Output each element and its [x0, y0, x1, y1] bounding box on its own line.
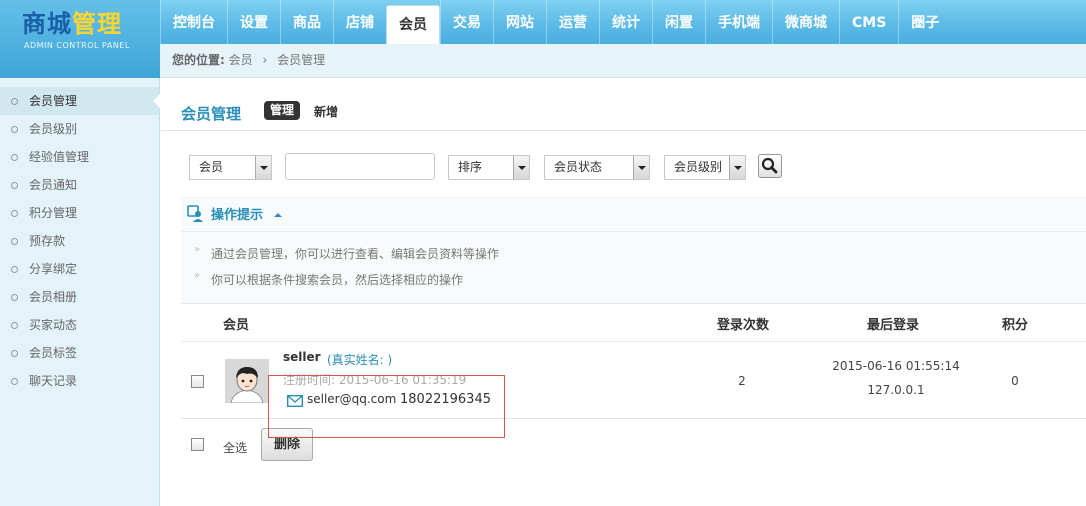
table-footer: 全选 删除	[181, 419, 1086, 463]
nav-idle[interactable]: 闲置	[652, 0, 705, 44]
nav-stats[interactable]: 统计	[599, 0, 652, 44]
sort-select-value: 排序	[458, 160, 483, 174]
chevron-down-icon	[513, 156, 529, 179]
sidebar-item-deposit[interactable]: 预存款	[0, 227, 159, 255]
nav-trade[interactable]: 交易	[440, 0, 493, 44]
nav-website[interactable]: 网站	[493, 0, 546, 44]
logo: 商城管理 ADMIN CONTROL PANEL	[0, 0, 160, 78]
level-select[interactable]: 会员级别	[664, 155, 746, 180]
keyword-input[interactable]	[285, 153, 435, 180]
breadcrumb-root[interactable]: 会员	[229, 53, 253, 67]
sidebar-item-member-tags[interactable]: 会员标签	[0, 339, 159, 367]
mail-icon	[287, 395, 303, 407]
breadcrumb-separator: ›	[262, 53, 268, 67]
member-reg-time: 注册时间: 2015-06-16 01:35:19	[283, 373, 467, 387]
nav-micro-mall[interactable]: 微商城	[772, 0, 839, 44]
logo-title: 商城管理	[22, 10, 122, 38]
field-select-value: 会员	[199, 160, 224, 174]
col-last-login: 最后登录	[867, 318, 920, 333]
sidebar-item-chat-log[interactable]: 聊天记录	[0, 367, 159, 395]
col-points: 积分	[1002, 318, 1029, 333]
sidebar-item-share-bind[interactable]: 分享绑定	[0, 255, 159, 283]
tip-line: 你可以根据条件搜索会员，然后选择相应的操作	[194, 270, 463, 288]
nav-console[interactable]: 控制台	[160, 0, 227, 44]
top-header: 控制台 设置 商品 店铺 会员 交易 网站 运营 统计 闲置 手机端 微商城 C…	[0, 0, 1086, 44]
tips-header[interactable]: 操作提示	[181, 198, 1086, 232]
col-logins: 登录次数	[717, 318, 770, 333]
breadcrumb-current: 会员管理	[277, 53, 326, 67]
nav-stores[interactable]: 店铺	[333, 0, 386, 44]
status-select[interactable]: 会员状态	[544, 155, 650, 180]
table-row: seller (真实姓名: ) 注册时间: 2015-06-16 01:35:1…	[181, 341, 1086, 419]
breadcrumb: 您的位置: 会员 › 会员管理	[160, 44, 1086, 78]
main-content: 会员管理 管理 新增 会员 排序 会员状态 会员级别 操作提示 » 通过会员管理…	[161, 79, 1086, 506]
sort-select[interactable]: 排序	[448, 155, 530, 180]
nav-operation[interactable]: 运营	[546, 0, 599, 44]
nav-cms[interactable]: CMS	[839, 0, 898, 44]
last-login-ip: 127.0.0.1	[867, 383, 925, 397]
sidebar-item-album[interactable]: 会员相册	[0, 283, 159, 311]
nav-settings[interactable]: 设置	[227, 0, 280, 44]
chevron-down-icon	[633, 156, 649, 179]
nav-circle[interactable]: 圈子	[898, 0, 951, 44]
delete-button[interactable]: 删除	[261, 428, 313, 461]
sidebar-item-exp-manage[interactable]: 经验值管理	[0, 143, 159, 171]
page-title: 会员管理	[181, 105, 242, 123]
member-phone: 18022196345	[400, 392, 491, 407]
sidebar-item-points[interactable]: 积分管理	[0, 199, 159, 227]
points-value: 0	[1011, 374, 1019, 388]
select-all-checkbox[interactable]	[191, 438, 204, 451]
tip-line: 通过会员管理，你可以进行查看、编辑会员资料等操作	[194, 244, 499, 262]
sidebar-item-member-manage[interactable]: 会员管理	[0, 87, 160, 115]
nav-goods[interactable]: 商品	[280, 0, 333, 44]
avatar[interactable]	[225, 359, 269, 403]
row-checkbox[interactable]	[191, 375, 204, 388]
chevron-down-icon	[255, 156, 271, 179]
member-real-name: (真实姓名: )	[327, 353, 393, 367]
tab-manage[interactable]: 管理	[264, 101, 301, 120]
search-icon	[761, 157, 778, 174]
nav-members[interactable]: 会员	[386, 5, 440, 44]
caret-up-icon[interactable]	[274, 209, 282, 217]
sidebar-item-member-notice[interactable]: 会员通知	[0, 171, 159, 199]
sidebar-item-member-level[interactable]: 会员级别	[0, 115, 159, 143]
sidebar: 会员管理 会员级别 经验值管理 会员通知 积分管理 预存款 分享绑定 会员相册 …	[0, 78, 160, 506]
main-nav: 控制台 设置 商品 店铺 会员 交易 网站 运营 统计 闲置 手机端 微商城 C…	[160, 0, 951, 44]
avatar-image	[225, 359, 269, 403]
search-button[interactable]	[758, 154, 782, 178]
tips-title: 操作提示	[211, 208, 264, 223]
logo-subtitle: ADMIN CONTROL PANEL	[24, 41, 130, 50]
breadcrumb-label: 您的位置:	[172, 53, 225, 67]
select-all-label[interactable]: 全选	[223, 439, 247, 456]
col-member: 会员	[223, 318, 250, 333]
level-select-value: 会员级别	[674, 160, 723, 174]
status-select-value: 会员状态	[554, 160, 603, 174]
table-header: 会员 登录次数 最后登录 积分	[181, 303, 1086, 341]
sidebar-item-buyer-feed[interactable]: 买家动态	[0, 311, 159, 339]
chevron-down-icon	[729, 156, 745, 179]
tip-person-icon	[187, 205, 203, 222]
tab-add[interactable]: 新增	[314, 103, 338, 120]
nav-mobile[interactable]: 手机端	[705, 0, 772, 44]
member-email: seller@qq.com	[307, 392, 397, 406]
member-name: seller	[283, 350, 321, 364]
page-header: 会员管理 管理 新增	[161, 79, 1086, 131]
search-bar: 会员 排序 会员状态 会员级别	[161, 153, 1086, 183]
field-select[interactable]: 会员	[189, 155, 272, 180]
login-count: 2	[738, 374, 746, 388]
last-login-time: 2015-06-16 01:55:14	[832, 359, 960, 373]
tips-panel: 操作提示 通过会员管理，你可以进行查看、编辑会员资料等操作 你可以根据条件搜索会…	[181, 197, 1086, 303]
